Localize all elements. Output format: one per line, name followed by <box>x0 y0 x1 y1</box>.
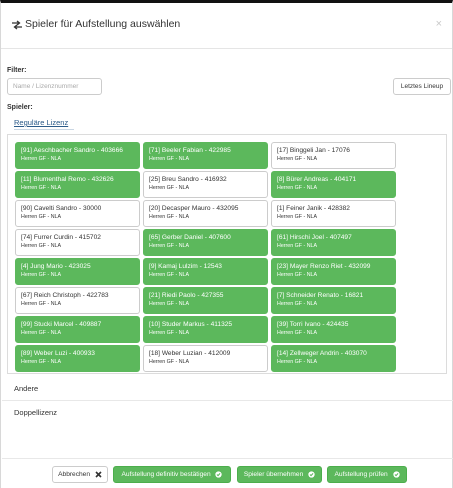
player-team: Herren GF - NLA <box>149 243 190 249</box>
player-name: [61] Hirschi Joel - 407497 <box>277 234 352 241</box>
player-card[interactable]: [7] Schneider Renato - 16821 Herren GF - … <box>271 287 396 314</box>
filter-input[interactable] <box>7 78 102 95</box>
player-card[interactable]: [1] Feiner Janik - 428382 Herren GF - NLA <box>271 200 396 227</box>
player-card[interactable]: [23] Mayer Renzo Riet - 432099 Herren GF … <box>271 258 396 285</box>
check-lineup-label: Aufstellung prüfen <box>334 471 388 478</box>
player-name: [9] Kamaj Lulzim - 12543 <box>149 263 222 270</box>
player-name: [18] Weber Luzian - 412009 <box>149 350 231 357</box>
player-card[interactable]: [67] Reich Christoph - 422783 Herren GF -… <box>15 287 140 314</box>
player-card[interactable]: [65] Gerber Daniel - 407600 Herren GF - N… <box>143 229 268 256</box>
player-card[interactable]: [90] Cavelti Sandro - 30000 Herren GF - N… <box>15 200 140 227</box>
player-card[interactable]: [99] Stucki Marcel - 409887 Herren GF - N… <box>15 316 140 343</box>
player-team: Herren GF - NLA <box>149 185 190 191</box>
player-team: Herren GF - NLA <box>149 156 190 162</box>
player-team: Herren GF - NLA <box>21 330 62 336</box>
player-name: [99] Stucki Marcel - 409887 <box>21 321 102 328</box>
player-name: [91] Aeschbacher Sandro - 403666 <box>21 147 123 154</box>
apply-players-button[interactable]: Spieler übernehmen <box>237 466 322 483</box>
player-team: Herren GF - NLA <box>277 359 318 365</box>
last-lineup-button[interactable]: Letztes Lineup <box>393 78 451 95</box>
player-team: Herren GF - NLA <box>277 272 318 278</box>
player-selection-modal: Spieler für Aufstellung auswählen × Filt… <box>0 0 453 488</box>
player-team: Herren GF - NLA <box>21 301 62 307</box>
player-team: Herren GF - NLA <box>21 272 62 278</box>
player-card[interactable]: [9] Kamaj Lulzim - 12543 Herren GF - NLA <box>143 258 268 285</box>
player-name: [1] Feiner Janik - 428382 <box>277 205 350 212</box>
players-label: Spieler: <box>7 104 33 111</box>
player-name: [8] Bürer Andreas - 404171 <box>277 176 357 183</box>
player-team: Herren GF - NLA <box>21 359 62 365</box>
player-card[interactable]: [10] Studer Markus - 411325 Herren GF - N… <box>143 316 268 343</box>
shuffle-icon <box>12 20 22 30</box>
player-name: [17] Binggeli Jan - 17076 <box>277 147 350 154</box>
player-card[interactable]: [71] Beeler Fabian - 422985 Herren GF - N… <box>143 142 268 169</box>
player-name: [4] Jung Mario - 423025 <box>21 263 91 270</box>
modal-title: Spieler für Aufstellung auswählen <box>25 18 181 30</box>
player-name: [10] Studer Markus - 411325 <box>149 321 233 328</box>
section-double-license[interactable]: Doppellizenz <box>14 408 57 417</box>
filter-label: Filter: <box>7 67 27 74</box>
player-card[interactable]: [17] Binggeli Jan - 17076 Herren GF - NLA <box>271 142 396 169</box>
player-name: [7] Schneider Renato - 16821 <box>277 292 364 299</box>
player-name: [20] Decasper Mauro - 432095 <box>149 205 239 212</box>
player-name: [74] Furrer Curdin - 415702 <box>21 234 101 241</box>
cancel-button[interactable]: Abbrechen <box>52 466 108 483</box>
player-name: [25] Breu Sandro - 416932 <box>149 176 227 183</box>
player-card[interactable]: [74] Furrer Curdin - 415702 Herren GF - N… <box>15 229 140 256</box>
divider <box>2 400 453 401</box>
player-name: [67] Reich Christoph - 422783 <box>21 292 109 299</box>
player-name: [23] Mayer Renzo Riet - 432099 <box>277 263 371 270</box>
player-card[interactable]: [61] Hirschi Joel - 407497 Herren GF - NL… <box>271 229 396 256</box>
player-team: Herren GF - NLA <box>149 301 190 307</box>
player-name: [89] Weber Luzi - 400933 <box>21 350 95 357</box>
cancel-button-label: Abbrechen <box>58 471 91 478</box>
player-name: [11] Blumenthal Remo - 432626 <box>21 176 114 183</box>
x-icon <box>95 471 102 478</box>
footer-divider <box>2 458 453 459</box>
player-name: [39] Torri Ivano - 424435 <box>277 321 349 328</box>
player-card[interactable]: [91] Aeschbacher Sandro - 403666 Herren G… <box>15 142 140 169</box>
player-team: Herren GF - NLA <box>149 330 190 336</box>
player-card[interactable]: [14] Zellweger Andrin - 403070 Herren GF … <box>271 345 396 372</box>
player-team: Herren GF - NLA <box>277 243 318 249</box>
player-team: Herren GF - NLA <box>21 185 62 191</box>
player-name: [65] Gerber Daniel - 407600 <box>149 234 231 241</box>
player-card[interactable]: [4] Jung Mario - 423025 Herren GF - NLA <box>15 258 140 285</box>
player-team: Herren GF - NLA <box>149 359 190 365</box>
player-card[interactable]: [89] Weber Luzi - 400933 Herren GF - NLA <box>15 345 140 372</box>
player-card[interactable]: [21] Riedi Paolo - 427355 Herren GF - NLA <box>143 287 268 314</box>
player-card[interactable]: [25] Breu Sandro - 416932 Herren GF - NLA <box>143 171 268 198</box>
player-card[interactable]: [20] Decasper Mauro - 432095 Herren GF - … <box>143 200 268 227</box>
player-card[interactable]: [11] Blumenthal Remo - 432626 Herren GF -… <box>15 171 140 198</box>
modal-header: Spieler für Aufstellung auswählen × <box>1 3 452 49</box>
confirm-lineup-button[interactable]: Aufstellung definitiv bestätigen <box>113 466 231 483</box>
section-other[interactable]: Andere <box>14 384 38 393</box>
player-team: Herren GF - NLA <box>149 214 190 220</box>
player-name: [90] Cavelti Sandro - 30000 <box>21 205 102 212</box>
player-card[interactable]: [8] Bürer Andreas - 404171 Herren GF - NL… <box>271 171 396 198</box>
player-team: Herren GF - NLA <box>21 243 62 249</box>
player-name: [71] Beeler Fabian - 422985 <box>149 147 231 154</box>
confirm-lineup-label: Aufstellung definitiv bestätigen <box>121 471 211 478</box>
player-team: Herren GF - NLA <box>277 156 318 162</box>
player-name: [21] Riedi Paolo - 427355 <box>149 292 224 299</box>
player-card[interactable]: [39] Torri Ivano - 424435 Herren GF - NLA <box>271 316 396 343</box>
player-team: Herren GF - NLA <box>277 330 318 336</box>
player-team: Herren GF - NLA <box>21 156 62 162</box>
player-team: Herren GF - NLA <box>277 301 318 307</box>
tab-regular-license[interactable]: Reguläre Lizenz <box>14 118 74 130</box>
player-team: Herren GF - NLA <box>149 272 190 278</box>
player-name: [14] Zellweger Andrin - 403070 <box>277 350 367 357</box>
apply-players-label: Spieler übernehmen <box>243 471 304 478</box>
player-team: Herren GF - NLA <box>277 214 318 220</box>
check-circle-icon <box>392 471 400 478</box>
check-circle-icon <box>308 471 315 478</box>
player-team: Herren GF - NLA <box>21 214 62 220</box>
check-lineup-button[interactable]: Aufstellung prüfen <box>327 466 407 483</box>
player-card[interactable]: [18] Weber Luzian - 412009 Herren GF - NL… <box>143 345 268 372</box>
close-icon[interactable]: × <box>436 18 442 30</box>
check-circle-icon <box>215 471 223 478</box>
player-team: Herren GF - NLA <box>277 185 318 191</box>
player-grid: [91] Aeschbacher Sandro - 403666 Herren G… <box>7 134 447 374</box>
